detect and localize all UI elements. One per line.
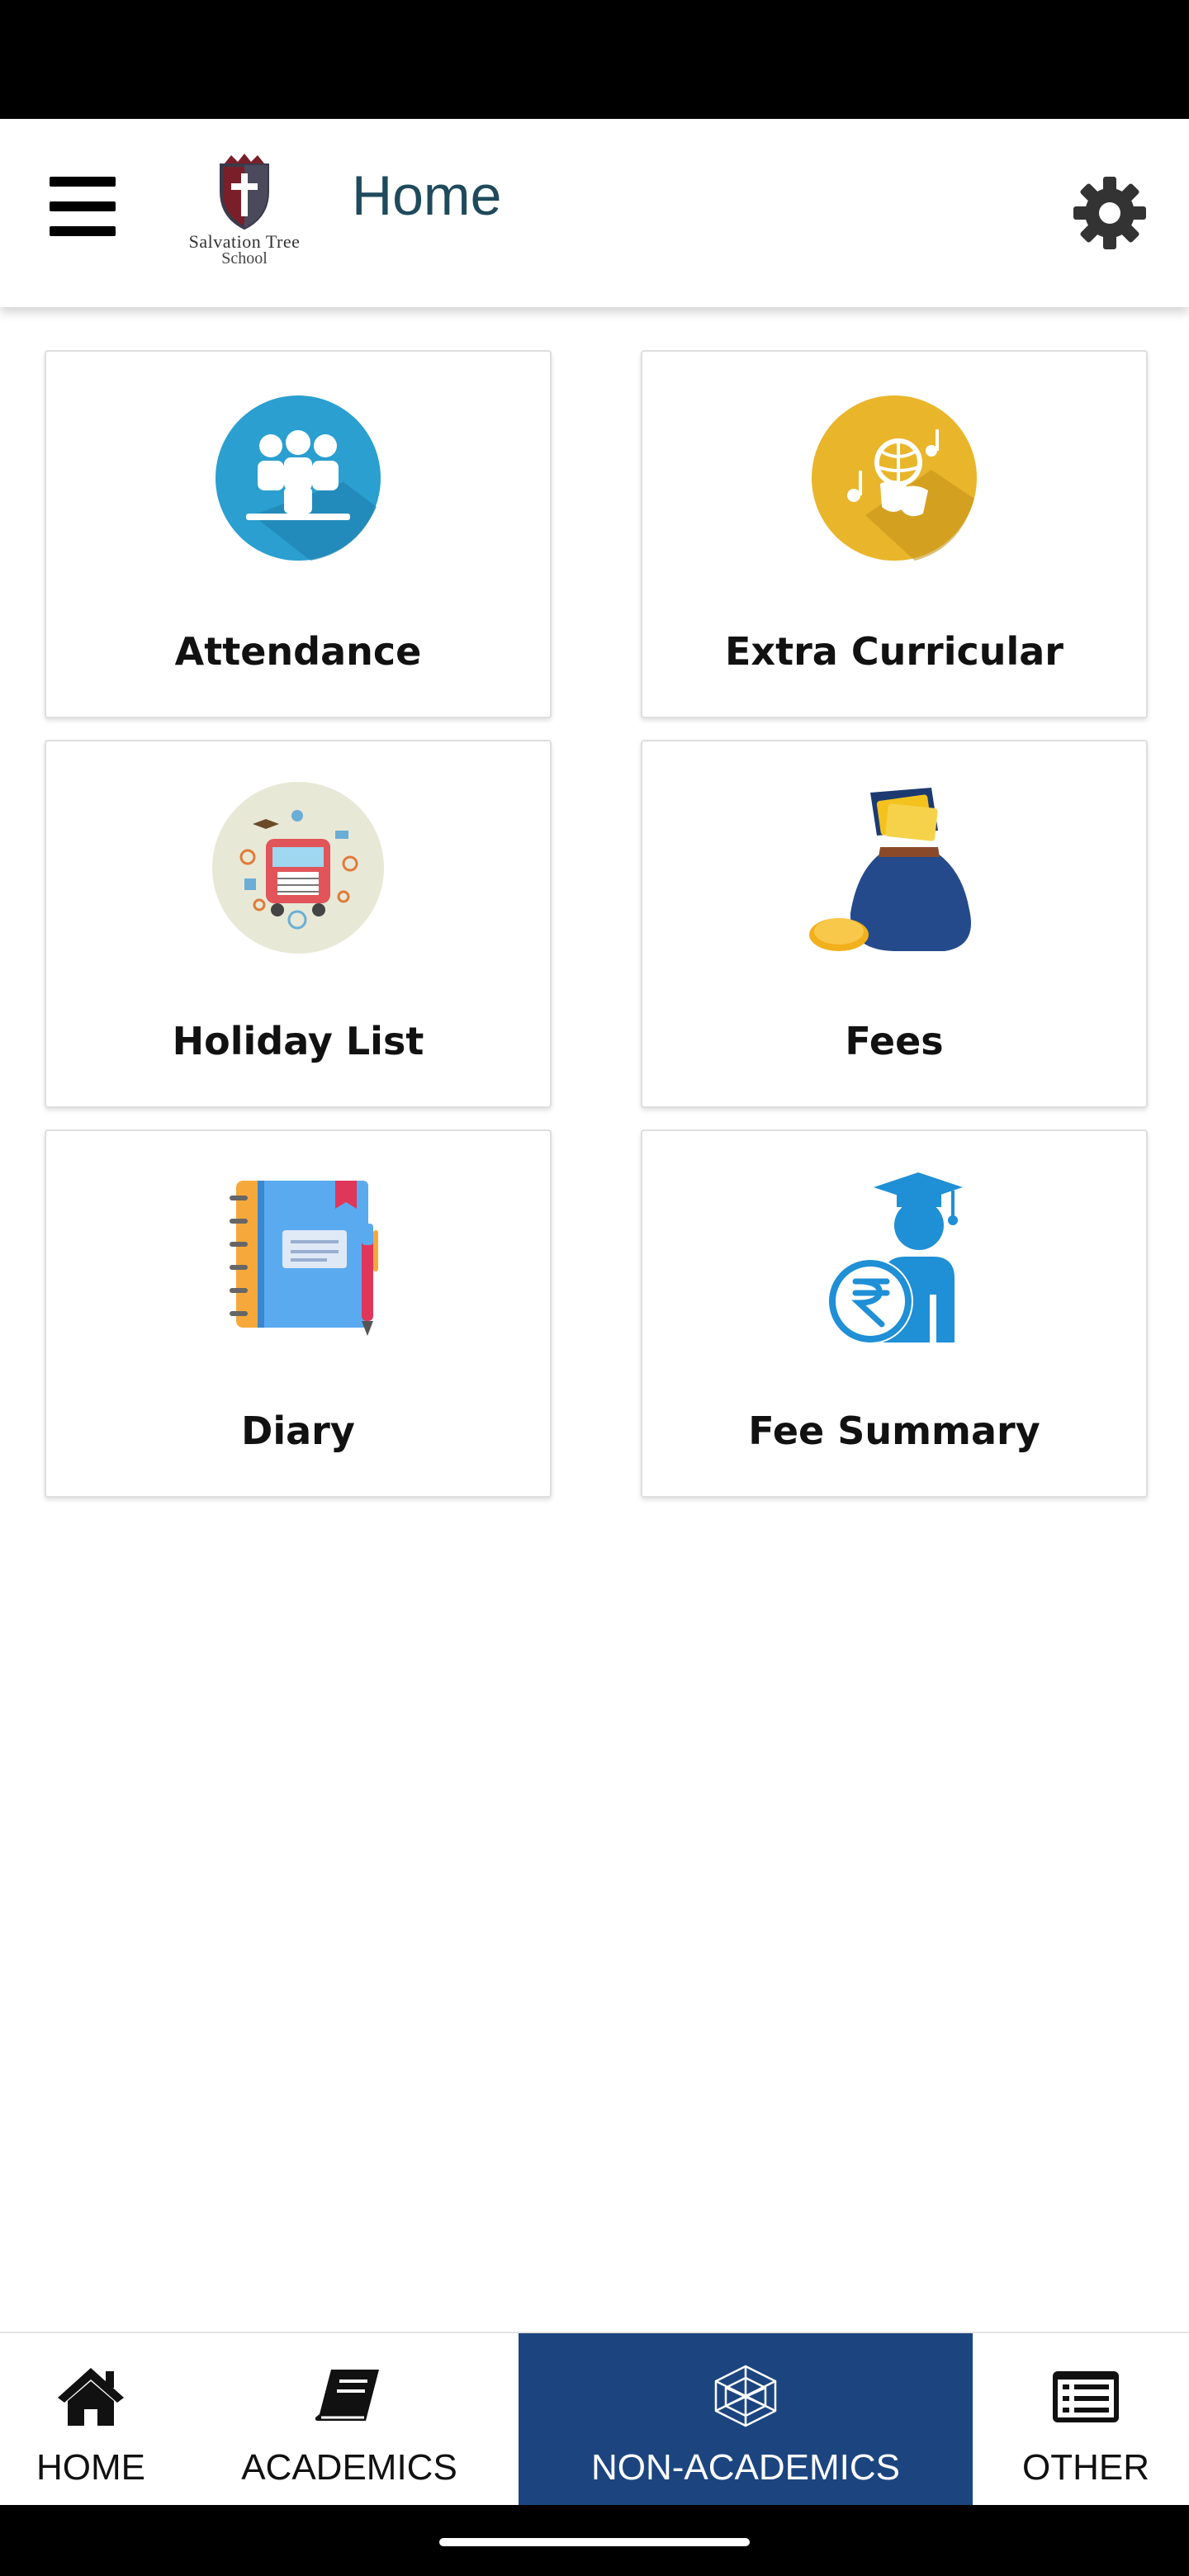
attendance-icon xyxy=(211,391,385,565)
nav-label: ACADEMICS xyxy=(241,2447,457,2488)
list-icon xyxy=(1049,2363,1122,2429)
nav-item-academics[interactable]: ACADEMICS xyxy=(231,2333,467,2507)
nav-label: HOME xyxy=(36,2447,145,2488)
tile-fee-summary[interactable]: Fee Summary xyxy=(641,1129,1148,1498)
holiday-list-icon xyxy=(211,781,385,954)
status-bar xyxy=(0,0,1189,119)
tile-extra-curricular[interactable]: Extra Curricular xyxy=(641,350,1148,718)
money-bag-icon xyxy=(808,781,981,954)
nav-label: NON-ACADEMICS xyxy=(590,2447,901,2488)
menu-icon[interactable] xyxy=(46,170,121,239)
extra-curricular-icon xyxy=(808,391,981,565)
tile-diary[interactable]: Diary xyxy=(45,1129,552,1498)
nav-item-home[interactable]: HOME xyxy=(0,2333,182,2507)
tile-label: Diary xyxy=(241,1409,355,1453)
nav-label: OTHER xyxy=(1022,2447,1149,2488)
nav-item-other[interactable]: OTHER xyxy=(983,2333,1189,2507)
page-title: Home xyxy=(352,164,502,227)
home-indicator[interactable] xyxy=(439,2538,750,2546)
tile-label: Attendance xyxy=(174,629,422,674)
book-icon xyxy=(313,2363,386,2429)
bottom-nav: HOME ACADEMICS NON-ACADEMICS OTHER xyxy=(0,2332,1189,2507)
fee-summary-icon xyxy=(808,1171,981,1344)
home-icon xyxy=(54,2363,127,2429)
tile-label: Fees xyxy=(845,1019,944,1063)
diary-icon xyxy=(211,1171,385,1344)
tile-attendance[interactable]: Attendance xyxy=(45,350,552,718)
tile-label: Fee Summary xyxy=(748,1409,1040,1453)
gear-icon[interactable] xyxy=(1070,173,1149,253)
school-logo: Salvation Tree School xyxy=(173,152,315,268)
nav-item-non-academics[interactable]: NON-ACADEMICS xyxy=(519,2333,973,2507)
network-icon xyxy=(709,2363,782,2429)
tile-label: Extra Curricular xyxy=(725,629,1063,674)
gesture-bar xyxy=(0,2505,1189,2576)
crest-icon xyxy=(220,154,269,230)
tile-label: Holiday List xyxy=(172,1019,424,1063)
logo-subtext: School xyxy=(221,249,268,268)
tile-holiday-list[interactable]: Holiday List xyxy=(45,740,552,1108)
app-bar: Salvation Tree School Home xyxy=(0,119,1189,307)
tile-fees[interactable]: Fees xyxy=(641,740,1148,1108)
